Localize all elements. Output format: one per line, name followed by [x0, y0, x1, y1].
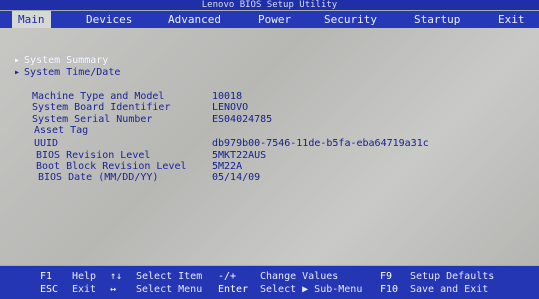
info-value: 10018 [212, 91, 243, 102]
tab-power[interactable]: Power [258, 11, 291, 28]
exit-text: Exit [72, 284, 97, 295]
submenu-arrow-icon: ▸ [14, 55, 21, 66]
window-title: Lenovo BIOS Setup Utility [0, 0, 539, 10]
info-label: System Serial Number [32, 114, 153, 125]
help-text: Help [72, 271, 97, 282]
key-help-bar: F1 Help ↑↓ Select Item -/+ Change Values… [0, 266, 539, 299]
tab-exit[interactable]: Exit [498, 11, 525, 28]
info-value: 5M22A [212, 161, 243, 172]
f10-key: F10 [380, 284, 399, 295]
select-submenu-text: Select ▶ Sub-Menu [260, 284, 363, 295]
esc-key: ESC [40, 284, 59, 295]
enter-key: Enter [218, 284, 249, 295]
tab-bar: Main Devices Advanced Power Security Sta… [0, 11, 539, 28]
menu-item-system-time-date[interactable]: ▸ System Time/Date [14, 67, 120, 79]
info-label: BIOS Revision Level [36, 150, 151, 161]
submenu-arrow-icon: ▸ [14, 67, 21, 78]
info-value: ES04024785 [212, 114, 273, 125]
info-value: LENOVO [212, 102, 249, 113]
info-value: 05/14/09 [212, 172, 261, 183]
tab-advanced[interactable]: Advanced [168, 11, 221, 28]
bios-screen: Lenovo BIOS Setup Utility Main Devices A… [0, 0, 539, 299]
info-label: UUID [34, 138, 59, 149]
menu-item-label: System Time/Date [24, 67, 121, 78]
left-right-key: ↔ [110, 284, 117, 295]
tab-main[interactable]: Main [12, 11, 51, 28]
info-label: Asset Tag [34, 125, 89, 136]
f9-key: F9 [380, 271, 393, 282]
info-label: BIOS Date (MM/DD/YY) [38, 172, 159, 183]
menu-item-label: System Summary [24, 55, 109, 66]
up-down-key: ↑↓ [110, 271, 123, 282]
select-menu-text: Select Menu [136, 284, 203, 295]
info-label: Machine Type and Model [32, 91, 165, 102]
info-label: System Board Identifier [32, 102, 171, 113]
info-value: 5MKT22AUS [212, 150, 267, 161]
setup-defaults-text: Setup Defaults [410, 271, 495, 282]
info-value: db979b00-7546-11de-b5fa-eba64719a31c [212, 138, 429, 149]
change-values-text: Change Values [260, 271, 339, 282]
f1-key: F1 [40, 271, 53, 282]
tab-startup[interactable]: Startup [414, 11, 460, 28]
minus-plus-key: -/+ [218, 271, 237, 282]
menu-item-system-summary[interactable]: ▸ System Summary [14, 55, 108, 67]
info-label: Boot Block Revision Level [36, 161, 187, 172]
select-item-text: Select Item [136, 271, 203, 282]
tab-devices[interactable]: Devices [86, 11, 132, 28]
tab-security[interactable]: Security [324, 11, 377, 28]
save-and-exit-text: Save and Exit [410, 284, 489, 295]
main-panel: ▸ System Summary ▸ System Time/Date Machin… [0, 28, 539, 265]
